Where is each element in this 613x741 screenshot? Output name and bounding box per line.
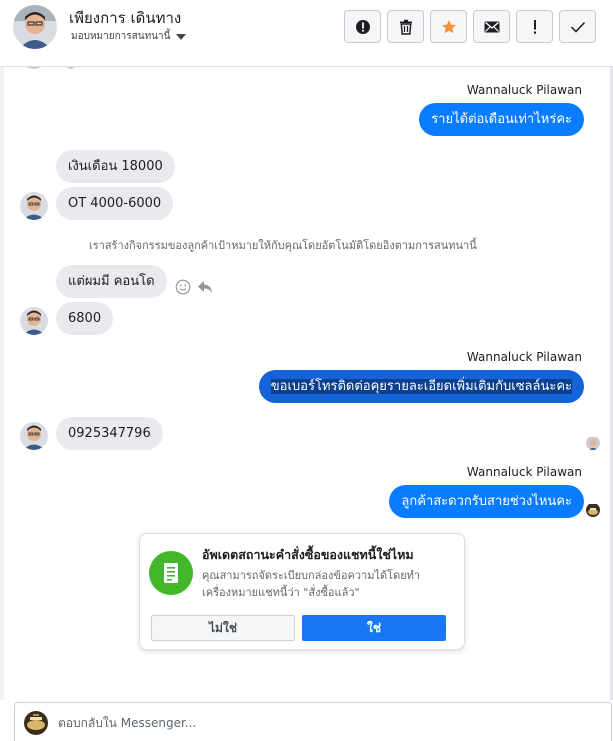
alert-circle-icon [355,19,370,34]
delete-button[interactable] [387,10,424,43]
sender-receipt-avatar [586,503,600,517]
mark-done-button[interactable] [559,10,596,43]
smiley-react-icon[interactable] [175,279,191,295]
caret-down-icon [176,33,187,40]
decline-button[interactable]: ไม่ใช่ [151,615,295,641]
cropped-receipt [66,67,76,69]
star-icon [441,19,456,33]
confirm-button[interactable]: ใช่ [302,615,446,641]
follow-up-button[interactable] [516,10,553,43]
star-button[interactable] [430,10,467,43]
contact-name[interactable]: เพียงการ เดินทาง [69,6,181,30]
messenger-conversation-panel: เพียงการ เดินทาง มอบหมายการสนทนานี้ Wann… [0,0,613,741]
seen-receipt-avatar [586,436,600,450]
outgoing-message-selected[interactable]: ขอเบอร์โทรติดต่อคุยรายละเอียดเพิ่มเติมกั… [258,370,584,403]
outgoing-message[interactable]: รายได้ต่อเดือนเท่าไหร่คะ [419,103,584,136]
conversation-header: เพียงการ เดินทาง มอบหมายการสนทนานี้ [0,0,613,67]
exclamation-icon [533,19,536,34]
order-receipt-icon [149,551,193,595]
trash-icon [399,19,412,35]
mark-spam-button[interactable] [344,10,381,43]
message-hover-actions [175,279,213,295]
panel-edge [0,67,4,700]
incoming-message[interactable]: แต่ผมมี คอนโด [56,265,167,298]
reply-composer [14,702,612,741]
selected-message-text: ขอเบอร์โทรติดต่อคุยรายละเอียดเพิ่มเติมกั… [270,379,572,394]
incoming-message[interactable]: 0925347796 [56,417,163,450]
conversation-toolbar [344,10,596,43]
sender-name: Wannaluck Pilawan [466,465,582,479]
assign-label: มอบหมายการสนทนานี้ [71,31,171,42]
incoming-message[interactable]: เงินเดือน 18000 [56,150,175,183]
check-icon [570,21,585,33]
sender-name: Wannaluck Pilawan [466,83,582,97]
contact-avatar[interactable] [13,5,57,49]
contact-avatar[interactable] [20,307,48,335]
message-thread[interactable]: Wannaluck Pilawan รายได้ต่อเดือนเท่าไหร่… [0,67,613,700]
prompt-body: คุณสามารถจัดระเบียบกล่องข้อความได้โดยทำเ… [202,569,421,599]
system-note: เราสร้างกิจกรรมของลูกค้าเป้าหมายให้กับคุ… [89,239,477,252]
incoming-message[interactable]: OT 4000-6000 [56,187,174,220]
contact-avatar[interactable] [20,422,48,450]
prompt-title: อัพเดตสถานะคำสั่งซื้อของแชทนี้ใช่ไหม [202,547,414,562]
outgoing-message[interactable]: ลูกค้าสะดวกรับสายช่วงไหนคะ [389,485,584,518]
assign-conversation-dropdown[interactable]: มอบหมายการสนทนานี้ [71,29,187,44]
envelope-icon [484,21,499,32]
mark-unread-button[interactable] [473,10,510,43]
page-avatar [24,711,48,735]
incoming-message[interactable]: 6800 [56,302,114,335]
cropped-avatar [20,67,48,69]
reply-icon[interactable] [197,280,213,294]
contact-avatar[interactable] [20,192,48,220]
order-status-prompt: อัพเดตสถานะคำสั่งซื้อของแชทนี้ใช่ไหม คุณ… [139,533,465,650]
sender-name: Wannaluck Pilawan [466,350,582,364]
reply-input[interactable] [58,709,578,737]
